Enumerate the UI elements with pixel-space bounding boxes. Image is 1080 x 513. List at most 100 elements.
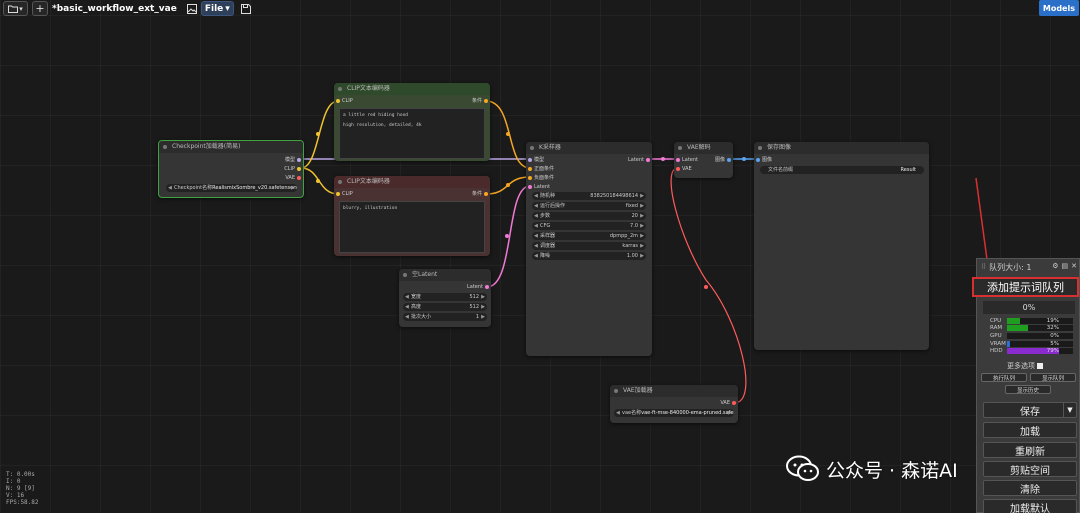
more-options[interactable]: 更多选项 bbox=[1007, 361, 1043, 371]
chevron-right-icon[interactable]: ▶ bbox=[640, 202, 644, 210]
node-title[interactable]: K采样器 bbox=[526, 142, 652, 154]
output-latent[interactable]: Latent bbox=[592, 156, 652, 164]
input-latent[interactable]: Latent bbox=[526, 183, 586, 191]
chevron-right-icon[interactable]: ▶ bbox=[481, 303, 485, 311]
chevron-left-icon[interactable]: ◀ bbox=[534, 202, 538, 210]
node-empty-latent[interactable]: 空Latent Latent ◀ 宽度 512 ▶ ◀ 高度 512 ▶ ◀ 批… bbox=[399, 269, 491, 327]
watermark: 公众号 · 森诺AI bbox=[786, 452, 958, 486]
seed-widget[interactable]: ◀ 随机种 838250184498614 ▶ bbox=[532, 192, 646, 200]
output-vae[interactable]: VAE bbox=[688, 399, 738, 407]
node-title[interactable]: Checkpoint加载器(简易) bbox=[159, 141, 303, 153]
chevron-right-icon[interactable]: ▶ bbox=[728, 409, 732, 417]
batch-size-widget[interactable]: ◀ 批次大小 1 ▶ bbox=[403, 313, 487, 321]
chevron-left-icon[interactable]: ◀ bbox=[534, 232, 538, 240]
chevron-left-icon[interactable]: ◀ bbox=[168, 184, 172, 192]
output-conditioning[interactable]: 条件 bbox=[440, 190, 490, 198]
resource-row-ram: RAM 32% bbox=[990, 325, 1073, 332]
resource-value: 5% bbox=[1050, 340, 1059, 347]
filename-prefix-widget[interactable]: 文件名前缀 Result bbox=[760, 166, 924, 174]
chevron-right-icon[interactable]: ▶ bbox=[640, 212, 644, 220]
node-title[interactable]: VAE加载器 bbox=[610, 385, 738, 397]
steps-widget[interactable]: ◀ 步数 20 ▶ bbox=[532, 212, 646, 220]
save-button[interactable]: 保存 ▼ bbox=[983, 402, 1077, 418]
node-ksampler[interactable]: K采样器 模型 正面条件 负面条件 Latent Latent ◀ 随机种 83… bbox=[526, 142, 652, 356]
node-checkpoint-loader[interactable]: Checkpoint加载器(简易) 模型 CLIP VAE ◀ Checkpoi… bbox=[158, 140, 304, 198]
gear-icon[interactable]: ⚙ bbox=[1052, 262, 1058, 270]
input-latent[interactable]: Latent bbox=[674, 156, 704, 164]
clipspace-button[interactable]: 剪贴空间 bbox=[983, 461, 1077, 477]
node-vae-loader[interactable]: VAE加载器 VAE ◀ vae名称 vae-ft-mse-840000-ema… bbox=[610, 385, 738, 423]
chevron-left-icon[interactable]: ◀ bbox=[534, 222, 538, 230]
output-latent[interactable]: Latent bbox=[441, 283, 491, 291]
resource-row-vram: VRAM 5% bbox=[990, 340, 1073, 347]
chevron-right-icon[interactable]: ▶ bbox=[640, 222, 644, 230]
width-widget[interactable]: ◀ 宽度 512 ▶ bbox=[403, 293, 487, 301]
node-save-image[interactable]: 保存图像 图像 文件名前缀 Result bbox=[754, 142, 929, 350]
show-history-button[interactable]: 显示历史 bbox=[1005, 385, 1051, 394]
input-positive[interactable]: 正面条件 bbox=[526, 165, 586, 173]
node-title[interactable]: CLIP文本编码器 bbox=[334, 83, 490, 95]
run-queue-button[interactable]: 执行队列 bbox=[981, 373, 1027, 382]
ckpt-name-widget[interactable]: ◀ Checkpoint名称 RealismixSombre_v20.safet… bbox=[166, 184, 297, 192]
output-image[interactable]: 图像 bbox=[705, 156, 733, 164]
chevron-right-icon[interactable]: ▶ bbox=[640, 242, 644, 250]
chevron-right-icon[interactable]: ▶ bbox=[291, 184, 295, 192]
resource-bar-fill bbox=[1007, 325, 1029, 332]
chevron-right-icon[interactable]: ▶ bbox=[481, 313, 485, 321]
control-after-generate-widget[interactable]: ◀ 运行后操作 fixed ▶ bbox=[532, 202, 646, 210]
clear-button[interactable]: 清除 bbox=[983, 480, 1077, 496]
node-title[interactable]: CLIP文本编码器 bbox=[334, 176, 490, 188]
add-to-queue-button[interactable]: 添加提示词队列 bbox=[972, 277, 1079, 297]
load-default-button[interactable]: 加载默认 bbox=[983, 499, 1077, 513]
vae-name-widget[interactable]: ◀ vae名称 vae-ft-mse-840000-ema-pruned.saf… bbox=[614, 409, 734, 417]
output-model[interactable]: 模型 bbox=[243, 156, 303, 164]
resource-bar-fill bbox=[1007, 317, 1020, 324]
output-conditioning[interactable]: 条件 bbox=[440, 97, 490, 105]
resource-label: HDD bbox=[990, 348, 1003, 355]
chevron-left-icon[interactable]: ◀ bbox=[616, 409, 620, 417]
chevron-right-icon[interactable]: ▶ bbox=[481, 293, 485, 301]
panel-icon[interactable]: ▤ bbox=[1062, 262, 1069, 270]
sampler-widget[interactable]: ◀ 采样器 dpmpp_2m ▶ bbox=[532, 232, 646, 240]
height-widget[interactable]: ◀ 高度 512 ▶ bbox=[403, 303, 487, 311]
node-clip-text-positive[interactable]: CLIP文本编码器 CLIP 条件 a little red hiding ho… bbox=[334, 83, 490, 161]
input-clip[interactable]: CLIP bbox=[334, 190, 384, 198]
chevron-left-icon[interactable]: ◀ bbox=[405, 313, 409, 321]
refresh-button[interactable]: 重刷新 bbox=[983, 442, 1077, 458]
chevron-right-icon[interactable]: ▶ bbox=[640, 192, 644, 200]
node-title[interactable]: 空Latent bbox=[399, 269, 491, 281]
chevron-left-icon[interactable]: ◀ bbox=[405, 303, 409, 311]
output-vae[interactable]: VAE bbox=[243, 174, 303, 182]
chevron-right-icon[interactable]: ▶ bbox=[640, 252, 644, 260]
input-image[interactable]: 图像 bbox=[754, 156, 804, 164]
chevron-down-icon[interactable]: ▼ bbox=[1063, 403, 1076, 417]
input-model[interactable]: 模型 bbox=[526, 156, 586, 164]
chevron-left-icon[interactable]: ◀ bbox=[534, 192, 538, 200]
input-vae[interactable]: VAE bbox=[674, 165, 704, 173]
more-options-checkbox[interactable] bbox=[1037, 363, 1043, 369]
output-clip[interactable]: CLIP bbox=[243, 165, 303, 173]
input-clip[interactable]: CLIP bbox=[334, 97, 384, 105]
resource-row-cpu: CPU 19% bbox=[990, 317, 1073, 324]
chevron-left-icon[interactable]: ◀ bbox=[405, 293, 409, 301]
denoise-widget[interactable]: ◀ 降噪 1.00 ▶ bbox=[532, 252, 646, 260]
drag-handle-icon[interactable]: ⠿ bbox=[981, 263, 986, 271]
chevron-left-icon[interactable]: ◀ bbox=[534, 212, 538, 220]
scheduler-widget[interactable]: ◀ 调度器 karras ▶ bbox=[532, 242, 646, 250]
node-clip-text-negative[interactable]: CLIP文本编码器 CLIP 条件 blurry, illustration bbox=[334, 176, 490, 256]
chevron-right-icon[interactable]: ▶ bbox=[640, 232, 644, 240]
queue-size: 队列大小: 1 bbox=[989, 262, 1032, 272]
input-negative[interactable]: 负面条件 bbox=[526, 174, 586, 182]
load-button[interactable]: 加载 bbox=[983, 422, 1077, 438]
node-vae-decode[interactable]: VAE解码 Latent VAE 图像 bbox=[674, 142, 733, 178]
node-title[interactable]: VAE解码 bbox=[674, 142, 733, 154]
cfg-widget[interactable]: ◀ CFG 7.0 ▶ bbox=[532, 222, 646, 230]
prompt-textarea[interactable]: a little red hiding hood high resolution… bbox=[339, 108, 485, 159]
node-title[interactable]: 保存图像 bbox=[754, 142, 929, 154]
prompt-textarea[interactable]: blurry, illustration bbox=[339, 201, 485, 253]
render-stats: T: 0.00s I: 0 N: 9 [9] V: 16 FPS:58.82 bbox=[6, 471, 39, 506]
chevron-left-icon[interactable]: ◀ bbox=[534, 242, 538, 250]
close-icon[interactable]: ✕ bbox=[1071, 262, 1077, 270]
show-queue-button[interactable]: 显示队列 bbox=[1030, 373, 1076, 382]
chevron-left-icon[interactable]: ◀ bbox=[534, 252, 538, 260]
